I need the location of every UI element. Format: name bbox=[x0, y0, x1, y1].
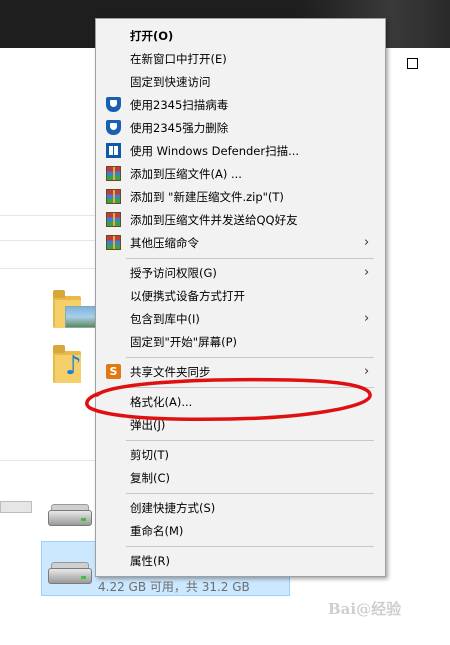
menu-item-label: 剪切(T) bbox=[130, 448, 169, 462]
menu-item-label: 创建快捷方式(S) bbox=[130, 501, 216, 515]
pictures-folder-icon[interactable] bbox=[53, 290, 97, 330]
menu-item-label: 添加到压缩文件(A) ... bbox=[130, 167, 242, 181]
menu-item-label: 在新窗口中打开(E) bbox=[130, 52, 227, 66]
music-folder-icon[interactable]: ♪ bbox=[53, 345, 93, 385]
menu-item-grant-access[interactable]: 授予访问权限(G) › bbox=[96, 262, 385, 284]
menu-item-2345-force-delete[interactable]: 使用2345强力删除 bbox=[96, 117, 385, 139]
menu-separator bbox=[126, 357, 374, 358]
menu-item-eject[interactable]: 弹出(J) bbox=[96, 414, 385, 436]
archive-icon bbox=[106, 166, 121, 181]
chevron-right-icon: › bbox=[364, 311, 370, 326]
menu-item-label: 授予访问权限(G) bbox=[130, 266, 217, 280]
menu-item-properties[interactable]: 属性(R) bbox=[96, 550, 385, 572]
menu-item-label: 使用 Windows Defender扫描... bbox=[130, 144, 300, 158]
menu-item-format[interactable]: 格式化(A)... bbox=[96, 391, 385, 413]
menu-separator bbox=[126, 258, 374, 259]
menu-item-include-in-library[interactable]: 包含到库中(I) › bbox=[96, 308, 385, 330]
archive-icon bbox=[106, 235, 121, 250]
drive-icon[interactable] bbox=[48, 504, 92, 526]
divider bbox=[0, 460, 95, 461]
folder-tab bbox=[53, 290, 65, 298]
menu-item-label: 格式化(A)... bbox=[130, 395, 193, 409]
drive-led bbox=[81, 576, 86, 579]
windows-defender-icon bbox=[106, 143, 121, 158]
menu-item-label: 使用2345强力删除 bbox=[130, 121, 229, 135]
chevron-right-icon: › bbox=[364, 364, 370, 379]
menu-item-label: 包含到库中(I) bbox=[130, 312, 200, 326]
context-menu: 打开(O) 在新窗口中打开(E) 固定到快速访问 使用2345扫描病毒 使用23… bbox=[95, 18, 386, 577]
menu-item-cut[interactable]: 剪切(T) bbox=[96, 444, 385, 466]
menu-item-pin-quick-access[interactable]: 固定到快速访问 bbox=[96, 71, 385, 93]
menu-item-label: 固定到快速访问 bbox=[130, 75, 211, 89]
menu-separator bbox=[126, 546, 374, 547]
menu-item-label: 打开(O) bbox=[130, 29, 174, 43]
chevron-right-icon: › bbox=[364, 235, 370, 250]
divider bbox=[0, 268, 95, 269]
menu-item-label: 共享文件夹同步 bbox=[130, 365, 211, 379]
menu-item-other-compress[interactable]: 其他压缩命令 › bbox=[96, 232, 385, 254]
watermark: Bai@经验 bbox=[328, 600, 402, 618]
menu-item-label: 弹出(J) bbox=[130, 418, 166, 432]
menu-item-open-new-window[interactable]: 在新窗口中打开(E) bbox=[96, 48, 385, 70]
menu-separator bbox=[126, 440, 374, 441]
menu-item-add-to-zip[interactable]: 添加到 "新建压缩文件.zip"(T) bbox=[96, 186, 385, 208]
menu-item-label: 复制(C) bbox=[130, 471, 171, 485]
archive-icon bbox=[106, 189, 121, 204]
drive-usage-bar bbox=[0, 501, 32, 513]
menu-item-label: 其他压缩命令 bbox=[130, 236, 199, 250]
menu-item-label: 添加到压缩文件并发送给QQ好友 bbox=[130, 213, 298, 227]
chevron-right-icon: › bbox=[364, 265, 370, 280]
music-note-icon: ♪ bbox=[65, 351, 82, 381]
menu-item-shared-folder-sync[interactable]: S 共享文件夹同步 › bbox=[96, 361, 385, 383]
sync-icon: S bbox=[106, 364, 121, 379]
menu-item-label: 添加到 "新建压缩文件.zip"(T) bbox=[130, 190, 284, 204]
drive-led bbox=[81, 518, 86, 521]
menu-item-label: 固定到"开始"屏幕(P) bbox=[130, 335, 237, 349]
menu-item-label: 重命名(M) bbox=[130, 524, 184, 538]
drive-free-space: 4.22 GB 可用，共 31.2 GB bbox=[98, 580, 250, 594]
menu-item-open-as-portable[interactable]: 以便携式设备方式打开 bbox=[96, 285, 385, 307]
picture-thumbnail-icon bbox=[65, 306, 97, 328]
menu-separator bbox=[126, 493, 374, 494]
menu-item-open[interactable]: 打开(O) bbox=[96, 25, 385, 47]
shield-icon bbox=[106, 120, 121, 135]
divider bbox=[0, 215, 95, 216]
menu-item-2345-scan[interactable]: 使用2345扫描病毒 bbox=[96, 94, 385, 116]
menu-item-rename[interactable]: 重命名(M) bbox=[96, 520, 385, 542]
menu-item-add-to-archive[interactable]: 添加到压缩文件(A) ... bbox=[96, 163, 385, 185]
menu-item-pin-to-start[interactable]: 固定到"开始"屏幕(P) bbox=[96, 331, 385, 353]
menu-item-copy[interactable]: 复制(C) bbox=[96, 467, 385, 489]
archive-icon bbox=[106, 212, 121, 227]
shield-icon bbox=[106, 97, 121, 112]
menu-item-label: 以便携式设备方式打开 bbox=[130, 289, 245, 303]
folder-tab bbox=[53, 345, 65, 353]
menu-separator bbox=[126, 387, 374, 388]
maximize-icon[interactable] bbox=[407, 58, 418, 69]
menu-item-label: 属性(R) bbox=[130, 554, 170, 568]
divider bbox=[0, 240, 95, 241]
menu-item-archive-send-qq[interactable]: 添加到压缩文件并发送给QQ好友 bbox=[96, 209, 385, 231]
menu-item-defender-scan[interactable]: 使用 Windows Defender扫描... bbox=[96, 140, 385, 162]
removable-drive-icon bbox=[48, 562, 92, 584]
menu-item-label: 使用2345扫描病毒 bbox=[130, 98, 229, 112]
menu-item-create-shortcut[interactable]: 创建快捷方式(S) bbox=[96, 497, 385, 519]
